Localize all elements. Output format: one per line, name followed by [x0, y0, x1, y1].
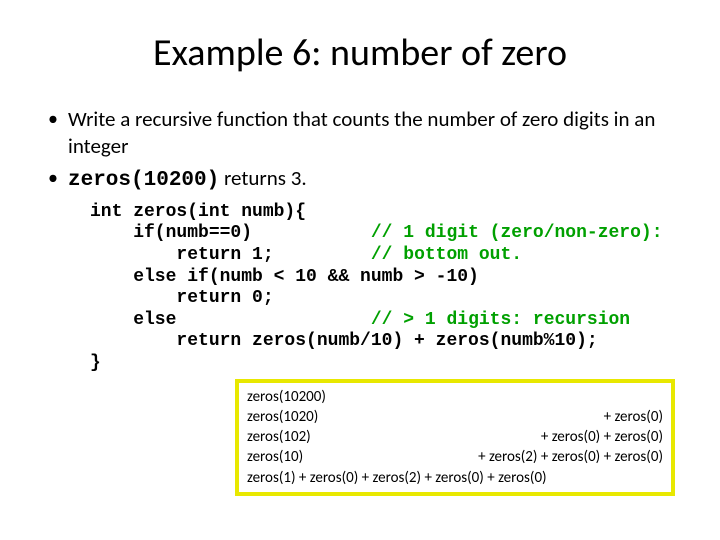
bullet-item: Write a recursive function that counts t…	[40, 106, 690, 161]
code-block: int zeros(int numb){ if(numb==0) // 1 di…	[90, 202, 690, 375]
trace-cell: + zeros(2) + zeros(0) + zeros(0)	[478, 447, 663, 467]
trace-cell: + zeros(0) + zeros(0)	[541, 427, 663, 447]
trace-row: zeros(10200)	[247, 387, 663, 407]
bullet-list: Write a recursive function that counts t…	[40, 106, 690, 194]
code-line: return 0;	[90, 288, 274, 308]
trace-cell: zeros(102)	[247, 427, 311, 447]
code-line: else	[90, 310, 371, 330]
trace-row: zeros(102) + zeros(0) + zeros(0)	[247, 427, 663, 447]
trace-cell: zeros(1) + zeros(0) + zeros(2) + zeros(0…	[247, 468, 547, 488]
code-line: else if(numb < 10 && numb > -10)	[90, 267, 479, 287]
code-line: int zeros(int numb){	[90, 202, 306, 222]
trace-row: zeros(1020) + zeros(0)	[247, 407, 663, 427]
code-inline: zeros(10200)	[68, 169, 219, 192]
bullet-tail: returns 3.	[219, 165, 306, 191]
slide-title: Example 6: number of zero	[30, 30, 690, 76]
code-line: return zeros(numb/10) + zeros(numb%10);	[90, 331, 598, 351]
trace-cell: zeros(10)	[247, 447, 303, 467]
bullet-item: zeros(10200) returns 3.	[40, 165, 690, 194]
trace-cell: zeros(10200)	[247, 387, 326, 407]
trace-row: zeros(10) + zeros(2) + zeros(0) + zeros(…	[247, 447, 663, 467]
code-comment: // > 1 digits: recursion	[371, 310, 630, 330]
code-comment: // 1 digit (zero/non-zero):	[371, 223, 663, 243]
trace-row: zeros(1) + zeros(0) + zeros(2) + zeros(0…	[247, 468, 663, 488]
trace-box: zeros(10200) zeros(1020) + zeros(0) zero…	[235, 379, 675, 496]
trace-cell: + zeros(0)	[604, 407, 663, 427]
trace-cell: zeros(1020)	[247, 407, 318, 427]
code-line: if(numb==0)	[90, 223, 371, 243]
code-line: return 1;	[90, 245, 371, 265]
code-line: }	[90, 353, 101, 373]
code-comment: // bottom out.	[371, 245, 522, 265]
